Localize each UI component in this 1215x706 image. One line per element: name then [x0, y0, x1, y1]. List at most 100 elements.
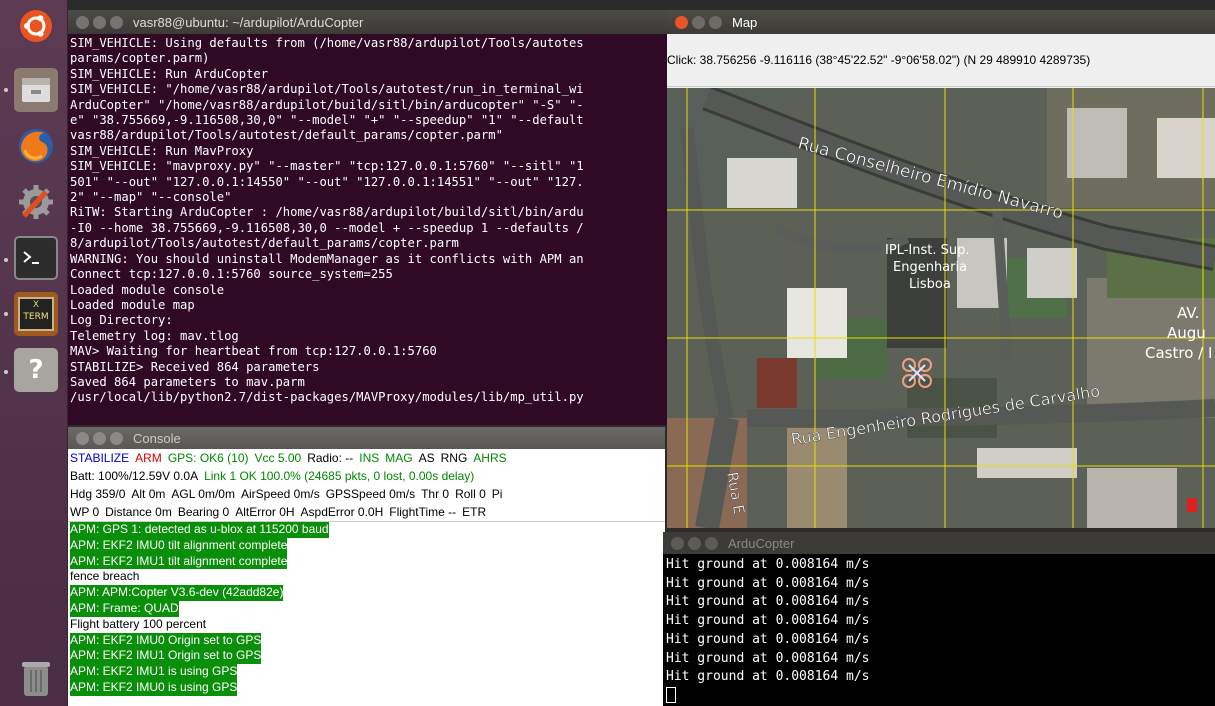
xterm-label-top: X — [32, 300, 40, 310]
arducopter-window: ArduCopter Hit ground at 0.008164 m/s Hit… — [663, 532, 1215, 706]
map-titlebar[interactable]: Map — [667, 10, 1215, 34]
close-icon[interactable] — [76, 15, 89, 29]
console-message: APM: EKF2 IMU0 is using GPS — [70, 679, 238, 696]
trash-icon[interactable] — [14, 656, 58, 700]
arducopter-line: Hit ground at 0.008164 m/s — [666, 650, 870, 666]
launcher: X TERM ? — [0, 0, 68, 706]
status-item: MAG — [385, 451, 413, 465]
terminal-line: 2" "--map" "--console" — [70, 190, 232, 205]
satellite-map[interactable]: Rua Conselheiro Emídio Navarro Rua Engen… — [667, 85, 1215, 528]
arducopter-line: Hit ground at 0.008164 m/s — [666, 613, 870, 629]
firefox-icon[interactable] — [14, 124, 58, 168]
av-label-1: AV. — [1177, 304, 1199, 322]
console-message: APM: Frame: QUAD — [70, 600, 179, 617]
status-item: AGL 0m/0m — [171, 487, 235, 501]
console-message: APM: EKF2 IMU0 tilt alignment complete — [70, 537, 288, 554]
xterm-label-bottom: TERM — [23, 312, 49, 322]
maximize-icon[interactable] — [709, 15, 722, 29]
console-message: APM: GPS 1: detected as u-blox at 115200… — [70, 522, 329, 538]
terminal-titlebar[interactable]: vasr88@ubuntu: ~/ardupilot/ArduCopter — [68, 10, 668, 34]
console-messages[interactable]: APM: GPS 1: detected as u-blox at 115200… — [68, 521, 665, 696]
status-item: AirSpeed 0m/s — [240, 487, 320, 501]
console-window: Console STABILIZE ARM GPS: OK6 (10) Vcc 5.0… — [68, 427, 665, 706]
help-icon[interactable]: ? — [14, 348, 58, 392]
poi-label-line2: Engenharia — [893, 260, 967, 275]
console-message: APM: EKF2 IMU0 Origin set to GPS — [70, 632, 262, 649]
maximize-icon[interactable] — [110, 431, 123, 445]
console-message: APM: EKF2 IMU1 tilt alignment complete — [70, 553, 288, 570]
poi-label-line3: Lisboa — [909, 277, 951, 292]
maximize-icon[interactable] — [705, 536, 718, 550]
ubuntu-dash-icon[interactable] — [14, 4, 58, 48]
status-item: Vcc 5.00 — [254, 451, 302, 465]
status-item: GPS: OK6 (10) — [167, 451, 249, 465]
status-item: ARM — [135, 451, 162, 465]
terminal-line: RiTW: Starting ArduCopter : /home/vasr88… — [70, 205, 584, 220]
arducopter-titlebar[interactable]: ArduCopter — [663, 532, 1215, 554]
terminal-line: /usr/local/lib/python2.7/dist-packages/M… — [70, 390, 584, 405]
terminal-cursor — [666, 687, 676, 704]
status-item: WP 0 — [70, 505, 100, 519]
console-titlebar[interactable]: Console — [68, 427, 665, 449]
status-item: AltError 0H — [235, 505, 295, 519]
terminal-line: Saved 864 parameters to mav.parm — [70, 374, 305, 389]
console-message: APM: EKF2 IMU1 is using GPS — [70, 664, 238, 680]
arducopter-line: Hit ground at 0.008164 m/s — [666, 669, 870, 685]
terminal-line: ArduCopter" "/home/vasr88/ardupilot/buil… — [70, 97, 584, 112]
arducopter-title: ArduCopter — [728, 535, 795, 551]
arducopter-line: Hit ground at 0.008164 m/s — [666, 575, 870, 591]
terminal-line: Log Directory: — [70, 313, 173, 328]
terminal-line: SIM_VEHICLE: "mavproxy.py" "--master" "t… — [70, 159, 584, 174]
terminal-window: vasr88@ubuntu: ~/ardupilot/ArduCopter SI… — [68, 10, 668, 425]
status-item: AS — [418, 451, 435, 465]
status-item: Roll 0 — [455, 487, 486, 501]
terminal-line: SIM_VEHICLE: Run ArduCopter — [70, 66, 269, 81]
status-item: Pi — [491, 487, 503, 501]
arducopter-output[interactable]: Hit ground at 0.008164 m/s Hit ground at … — [663, 554, 1215, 706]
map-click-info: Click: 38.756256 -9.116116 (38°45'22.52"… — [667, 34, 1215, 87]
status-row-waypoint: WP 0 Distance 0m Bearing 0 AltError 0H AspdE… — [68, 503, 665, 521]
settings-icon[interactable] — [14, 180, 58, 224]
close-icon[interactable] — [76, 431, 89, 445]
status-item: Radio: -- — [307, 451, 354, 465]
status-item: Link 1 OK 100.0% (24685 pkts, 0 lost, 0.… — [204, 469, 475, 483]
files-icon[interactable] — [14, 68, 58, 112]
terminal-line: -I0 --home 38.755669,-9.116508,30,0 --mo… — [70, 220, 584, 235]
av-label-2: Augu — [1167, 324, 1206, 342]
av-label-3: Castro / I — [1145, 344, 1212, 362]
status-item: Hdg 359/0 — [70, 487, 126, 501]
status-item: INS — [359, 451, 380, 465]
terminal-line: SIM_VEHICLE: Run MavProxy — [70, 143, 254, 158]
terminal-line: WARNING: You should uninstall ModemManag… — [70, 251, 584, 266]
terminal-output[interactable]: SIM_VEHICLE: Using defaults from (/home/… — [68, 34, 668, 408]
close-icon[interactable] — [675, 15, 688, 29]
map-canvas[interactable]: Rua Conselheiro Emídio Navarro Rua Engen… — [667, 85, 1215, 528]
status-item: RNG — [440, 451, 468, 465]
terminal-line: SIM_VEHICLE: "/home/vasr88/ardupilot/Too… — [70, 82, 584, 97]
minimize-icon[interactable] — [93, 431, 106, 445]
terminal-line: e" "38.755669,-9.116508,30,0" "--model" … — [70, 113, 584, 128]
maximize-icon[interactable] — [110, 15, 123, 29]
minimize-icon[interactable] — [688, 536, 701, 550]
terminal-line: Loaded module console — [70, 282, 225, 297]
status-item: Distance 0m — [105, 505, 172, 519]
terminal-line: 501" "--out" "127.0.0.1:14550" "--out" "… — [70, 174, 584, 189]
console-message: Flight battery 100 percent — [70, 616, 207, 631]
terminal-line: SIM_VEHICLE: Using defaults from (/home/… — [70, 36, 584, 50]
terminal-line: Telemetry log: mav.tlog — [70, 328, 239, 343]
terminal-icon[interactable] — [14, 236, 58, 280]
poi-label-line1: IPL-Inst. Sup. — [885, 243, 969, 258]
arducopter-line: Hit ground at 0.008164 m/s — [666, 557, 870, 572]
minimize-icon[interactable] — [692, 15, 705, 29]
terminal-title: vasr88@ubuntu: ~/ardupilot/ArduCopter — [133, 14, 364, 30]
minimize-icon[interactable] — [93, 15, 106, 29]
terminal-line: 8/ardupilot/Tools/autotest/default_param… — [70, 236, 459, 251]
console-message: APM: APM:Copter V3.6-dev (42add82e) — [70, 585, 284, 601]
xterm-icon[interactable]: X TERM — [14, 292, 58, 336]
arducopter-line: Hit ground at 0.008164 m/s — [666, 594, 870, 610]
terminal-line: vasr88/ardupilot/Tools/autotest/default_… — [70, 128, 503, 143]
status-item: ETR — [462, 505, 487, 519]
map-title: Map — [732, 14, 758, 30]
close-icon[interactable] — [671, 536, 684, 550]
status-item: FlightTime -- — [389, 505, 457, 519]
